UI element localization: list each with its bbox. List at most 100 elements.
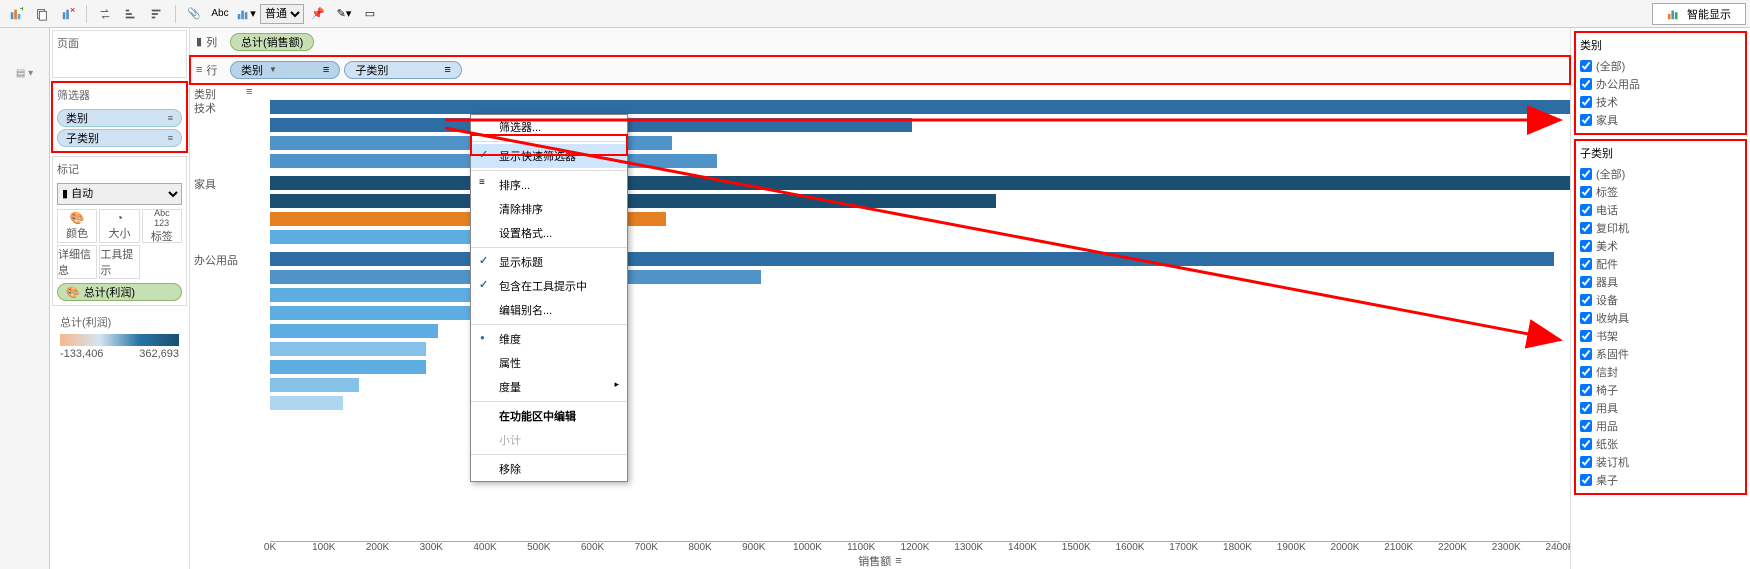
filter-option[interactable]: 装订机 (1580, 453, 1741, 471)
bar[interactable] (270, 194, 996, 208)
text-icon[interactable]: Abc (208, 3, 232, 25)
checkbox[interactable] (1580, 96, 1592, 108)
filter-option[interactable]: 器具 (1580, 273, 1741, 291)
checkbox[interactable] (1580, 402, 1592, 414)
marks-tooltip[interactable]: 工具提示 (99, 245, 139, 279)
menu-item[interactable]: 在功能区中编辑 (471, 404, 627, 428)
checkbox[interactable] (1580, 114, 1592, 126)
filter-option[interactable]: 配件 (1580, 255, 1741, 273)
checkbox[interactable] (1580, 456, 1592, 468)
checkbox[interactable] (1580, 204, 1592, 216)
menu-item[interactable]: 排序... (471, 173, 627, 197)
filter-option[interactable]: (全部) (1580, 165, 1741, 183)
show-me-button[interactable]: 智能显示 (1652, 3, 1746, 25)
checkbox[interactable] (1580, 438, 1592, 450)
marks-color[interactable]: 🎨颜色 (57, 209, 97, 243)
filter-option[interactable]: (全部) (1580, 57, 1741, 75)
checkbox[interactable] (1580, 294, 1592, 306)
presentation-icon[interactable]: ▭ (358, 3, 382, 25)
checkbox[interactable] (1580, 366, 1592, 378)
filter-option[interactable]: 桌子 (1580, 471, 1741, 489)
filter-pill-category[interactable]: 类别 ≡ (57, 109, 182, 127)
menu-item[interactable]: 小计 (471, 428, 627, 452)
filter-option[interactable]: 系固件 (1580, 345, 1741, 363)
menu-item[interactable]: 包含在工具提示中 (471, 274, 627, 298)
filter-option[interactable]: 纸张 (1580, 435, 1741, 453)
checkbox[interactable] (1580, 222, 1592, 234)
menu-item[interactable]: 显示快速筛选器 (471, 144, 627, 168)
swap-icon[interactable] (93, 3, 117, 25)
filter-option[interactable]: 办公用品 (1580, 75, 1741, 93)
sort-asc-icon[interactable] (119, 3, 143, 25)
group-icon[interactable]: 📎 (182, 3, 206, 25)
menu-item[interactable]: 度量▸ (471, 375, 627, 399)
row-pill-category[interactable]: 类别 ▼ ≡ (230, 61, 340, 79)
filter-option[interactable]: 设备 (1580, 291, 1741, 309)
filter-option[interactable]: 信封 (1580, 363, 1741, 381)
checkbox[interactable] (1580, 240, 1592, 252)
checkbox[interactable] (1580, 330, 1592, 342)
fit-select[interactable]: 普通 (260, 4, 304, 24)
marks-label[interactable]: Abc123标签 (142, 209, 182, 243)
filter-pill-subcategory[interactable]: 子类别 ≡ (57, 129, 182, 147)
bar[interactable] (270, 306, 471, 320)
checkbox[interactable] (1580, 60, 1592, 72)
filter-option[interactable]: 收纳具 (1580, 309, 1741, 327)
bar[interactable] (270, 324, 438, 338)
marks-detail[interactable]: 详细信息 (57, 245, 97, 279)
menu-item[interactable]: 显示标题 (471, 250, 627, 274)
highlight-icon[interactable]: ✎▾ (332, 3, 356, 25)
menu-item[interactable]: 属性 (471, 351, 627, 375)
filter-option[interactable]: 用具 (1580, 399, 1741, 417)
sort-desc-icon[interactable] (145, 3, 169, 25)
columns-shelf[interactable]: ▮ 列 总计(销售额) (190, 28, 1570, 56)
rows-shelf[interactable]: ≡ 行 类别 ▼ ≡ 子类别 ≡ (190, 56, 1570, 84)
menu-item[interactable]: 编辑别名... (471, 298, 627, 322)
sort-icon: ≡ (444, 64, 450, 76)
marks-size[interactable]: ◔大小 (99, 209, 139, 243)
menu-item[interactable]: 筛选器... (471, 115, 627, 139)
chart-type-icon[interactable]: ▾ (234, 3, 258, 25)
data-pane-icon[interactable]: ▤ ▾ (16, 68, 33, 79)
bar[interactable] (270, 100, 1570, 114)
checkbox[interactable] (1580, 186, 1592, 198)
filter-option[interactable]: 书架 (1580, 327, 1741, 345)
filter-option[interactable]: 美术 (1580, 237, 1741, 255)
checkbox[interactable] (1580, 474, 1592, 486)
filter-option[interactable]: 复印机 (1580, 219, 1741, 237)
bar[interactable] (270, 342, 426, 356)
checkbox[interactable] (1580, 384, 1592, 396)
checkbox[interactable] (1580, 420, 1592, 432)
checkbox[interactable] (1580, 78, 1592, 90)
marks-type-select[interactable]: ▮ 自动 (57, 183, 182, 205)
filter-option[interactable]: 技术 (1580, 93, 1741, 111)
duplicate-worksheet-icon[interactable] (30, 3, 54, 25)
color-shelf-pill[interactable]: 🎨总计(利润) (57, 283, 182, 301)
checkbox[interactable] (1580, 312, 1592, 324)
filter-option[interactable]: 椅子 (1580, 381, 1741, 399)
filter-option[interactable]: 家具 (1580, 111, 1741, 129)
menu-item[interactable]: 维度 (471, 327, 627, 351)
header-sort-icon[interactable]: ≡ (246, 86, 252, 98)
checkbox[interactable] (1580, 348, 1592, 360)
bar[interactable] (270, 252, 1554, 266)
menu-item[interactable]: 设置格式... (471, 221, 627, 245)
menu-item[interactable]: 清除排序 (471, 197, 627, 221)
filter-option[interactable]: 电话 (1580, 201, 1741, 219)
columns-pill[interactable]: 总计(销售额) (230, 33, 314, 51)
new-worksheet-icon[interactable]: + (4, 3, 28, 25)
bar[interactable] (270, 396, 343, 410)
filter-option[interactable]: 用品 (1580, 417, 1741, 435)
checkbox[interactable] (1580, 276, 1592, 288)
bar[interactable] (270, 378, 359, 392)
row-pill-subcategory[interactable]: 子类别 ≡ (344, 61, 461, 79)
checkbox[interactable] (1580, 168, 1592, 180)
bar[interactable] (270, 176, 1570, 190)
filter-option[interactable]: 标签 (1580, 183, 1741, 201)
bar[interactable] (270, 360, 426, 374)
menu-item[interactable]: 移除 (471, 457, 627, 481)
pin-icon[interactable]: 📌 (306, 3, 330, 25)
checkbox[interactable] (1580, 258, 1592, 270)
x-tick: 500K (527, 542, 550, 553)
clear-worksheet-icon[interactable]: × (56, 3, 80, 25)
